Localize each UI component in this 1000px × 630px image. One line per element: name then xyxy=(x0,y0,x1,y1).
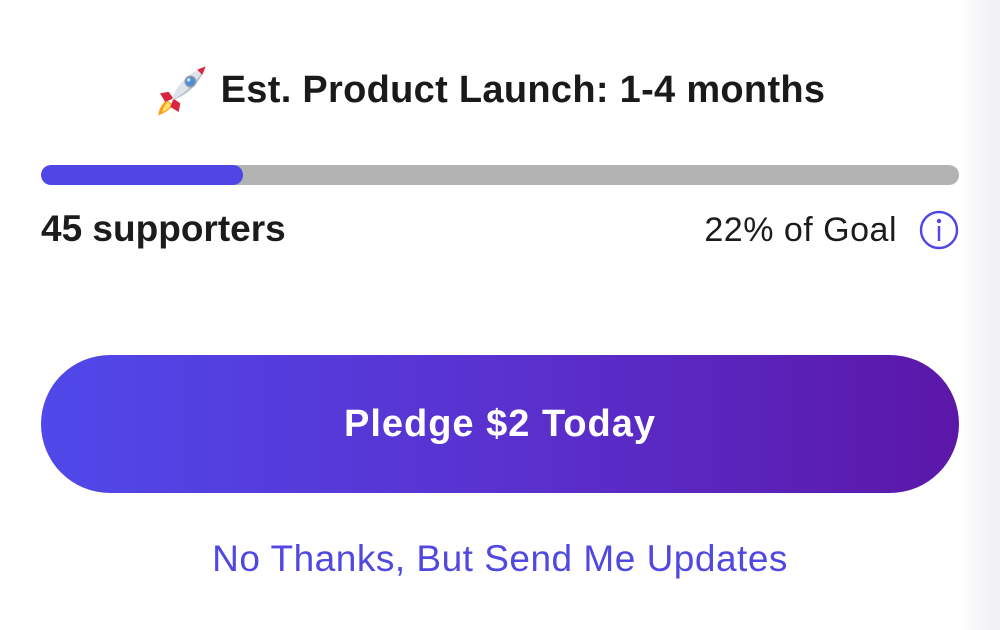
launch-estimate: Est. Product Launch: 1-4 months xyxy=(0,62,1000,118)
launch-estimate-text: Est. Product Launch: 1-4 months xyxy=(220,68,826,111)
goal-percent-text: 22% of Goal xyxy=(704,210,897,249)
rocket-icon xyxy=(158,66,206,116)
goal-status: 22% of Goal xyxy=(704,210,959,250)
pledge-button[interactable]: Pledge $2 Today xyxy=(41,355,959,493)
funding-progress-fill xyxy=(41,165,243,185)
funding-progress-bar xyxy=(41,165,959,185)
send-updates-link[interactable]: No Thanks, But Send Me Updates xyxy=(0,538,1000,580)
info-icon[interactable] xyxy=(919,210,959,250)
supporters-count: 45 supporters xyxy=(41,208,286,249)
